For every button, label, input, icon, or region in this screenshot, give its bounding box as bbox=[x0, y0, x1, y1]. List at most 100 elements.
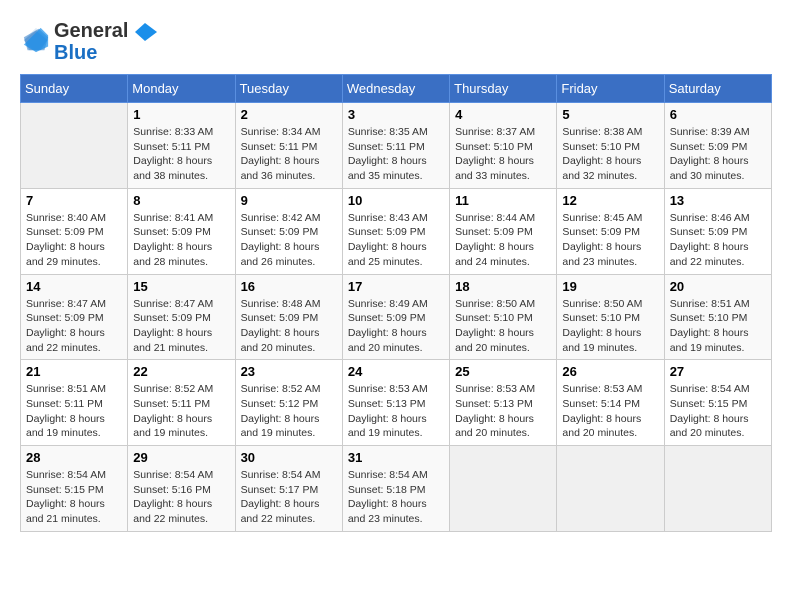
sunrise-label: Sunrise: 8:51 AM bbox=[670, 298, 750, 310]
sunset-label: Sunset: 5:11 PM bbox=[348, 141, 425, 153]
daylight-label: Daylight: 8 hours and 38 minutes. bbox=[133, 155, 212, 182]
sunset-label: Sunset: 5:10 PM bbox=[670, 312, 748, 324]
day-number: 30 bbox=[241, 450, 337, 465]
day-info: Sunrise: 8:54 AM Sunset: 5:16 PM Dayligh… bbox=[133, 468, 229, 527]
calendar-week-4: 28 Sunrise: 8:54 AM Sunset: 5:15 PM Dayl… bbox=[21, 446, 772, 532]
daylight-label: Daylight: 8 hours and 35 minutes. bbox=[348, 155, 427, 182]
day-info: Sunrise: 8:48 AM Sunset: 5:09 PM Dayligh… bbox=[241, 297, 337, 356]
daylight-label: Daylight: 8 hours and 19 minutes. bbox=[26, 413, 105, 440]
sunset-label: Sunset: 5:13 PM bbox=[455, 398, 533, 410]
day-info: Sunrise: 8:52 AM Sunset: 5:11 PM Dayligh… bbox=[133, 382, 229, 441]
daylight-label: Daylight: 8 hours and 22 minutes. bbox=[241, 498, 320, 525]
daylight-label: Daylight: 8 hours and 21 minutes. bbox=[26, 498, 105, 525]
sunrise-label: Sunrise: 8:54 AM bbox=[241, 469, 321, 481]
day-number: 28 bbox=[26, 450, 122, 465]
daylight-label: Daylight: 8 hours and 20 minutes. bbox=[455, 413, 534, 440]
sunset-label: Sunset: 5:09 PM bbox=[133, 226, 211, 238]
calendar-cell bbox=[557, 446, 664, 532]
calendar-cell: 5 Sunrise: 8:38 AM Sunset: 5:10 PM Dayli… bbox=[557, 103, 664, 189]
day-number: 20 bbox=[670, 279, 766, 294]
daylight-label: Daylight: 8 hours and 29 minutes. bbox=[26, 241, 105, 268]
daylight-label: Daylight: 8 hours and 32 minutes. bbox=[562, 155, 641, 182]
day-info: Sunrise: 8:38 AM Sunset: 5:10 PM Dayligh… bbox=[562, 125, 658, 184]
day-info: Sunrise: 8:50 AM Sunset: 5:10 PM Dayligh… bbox=[562, 297, 658, 356]
calendar-cell: 22 Sunrise: 8:52 AM Sunset: 5:11 PM Dayl… bbox=[128, 360, 235, 446]
day-info: Sunrise: 8:54 AM Sunset: 5:18 PM Dayligh… bbox=[348, 468, 444, 527]
daylight-label: Daylight: 8 hours and 23 minutes. bbox=[348, 498, 427, 525]
sunset-label: Sunset: 5:11 PM bbox=[241, 141, 318, 153]
calendar-cell: 27 Sunrise: 8:54 AM Sunset: 5:15 PM Dayl… bbox=[664, 360, 771, 446]
daylight-label: Daylight: 8 hours and 23 minutes. bbox=[562, 241, 641, 268]
day-number: 3 bbox=[348, 107, 444, 122]
sunrise-label: Sunrise: 8:47 AM bbox=[133, 298, 213, 310]
sunrise-label: Sunrise: 8:48 AM bbox=[241, 298, 321, 310]
calendar-cell: 14 Sunrise: 8:47 AM Sunset: 5:09 PM Dayl… bbox=[21, 274, 128, 360]
sunrise-label: Sunrise: 8:45 AM bbox=[562, 212, 642, 224]
day-number: 16 bbox=[241, 279, 337, 294]
sunset-label: Sunset: 5:09 PM bbox=[455, 226, 533, 238]
calendar-week-0: 1 Sunrise: 8:33 AM Sunset: 5:11 PM Dayli… bbox=[21, 103, 772, 189]
sunset-label: Sunset: 5:09 PM bbox=[562, 226, 640, 238]
day-info: Sunrise: 8:44 AM Sunset: 5:09 PM Dayligh… bbox=[455, 211, 551, 270]
sunrise-label: Sunrise: 8:50 AM bbox=[455, 298, 535, 310]
day-info: Sunrise: 8:33 AM Sunset: 5:11 PM Dayligh… bbox=[133, 125, 229, 184]
sunset-label: Sunset: 5:09 PM bbox=[348, 312, 426, 324]
day-number: 17 bbox=[348, 279, 444, 294]
day-info: Sunrise: 8:54 AM Sunset: 5:17 PM Dayligh… bbox=[241, 468, 337, 527]
calendar-cell: 26 Sunrise: 8:53 AM Sunset: 5:14 PM Dayl… bbox=[557, 360, 664, 446]
day-info: Sunrise: 8:37 AM Sunset: 5:10 PM Dayligh… bbox=[455, 125, 551, 184]
day-number: 10 bbox=[348, 193, 444, 208]
daylight-label: Daylight: 8 hours and 30 minutes. bbox=[670, 155, 749, 182]
daylight-label: Daylight: 8 hours and 25 minutes. bbox=[348, 241, 427, 268]
calendar-cell bbox=[664, 446, 771, 532]
daylight-label: Daylight: 8 hours and 19 minutes. bbox=[562, 327, 641, 354]
calendar-cell bbox=[21, 103, 128, 189]
day-number: 14 bbox=[26, 279, 122, 294]
sunset-label: Sunset: 5:11 PM bbox=[133, 398, 210, 410]
sunrise-label: Sunrise: 8:53 AM bbox=[562, 383, 642, 395]
sunrise-label: Sunrise: 8:39 AM bbox=[670, 126, 750, 138]
daylight-label: Daylight: 8 hours and 20 minutes. bbox=[455, 327, 534, 354]
sunrise-label: Sunrise: 8:42 AM bbox=[241, 212, 321, 224]
calendar-cell: 7 Sunrise: 8:40 AM Sunset: 5:09 PM Dayli… bbox=[21, 188, 128, 274]
sunrise-label: Sunrise: 8:49 AM bbox=[348, 298, 428, 310]
day-info: Sunrise: 8:39 AM Sunset: 5:09 PM Dayligh… bbox=[670, 125, 766, 184]
sunset-label: Sunset: 5:09 PM bbox=[26, 312, 104, 324]
daylight-label: Daylight: 8 hours and 21 minutes. bbox=[133, 327, 212, 354]
calendar-cell: 9 Sunrise: 8:42 AM Sunset: 5:09 PM Dayli… bbox=[235, 188, 342, 274]
calendar-cell: 11 Sunrise: 8:44 AM Sunset: 5:09 PM Dayl… bbox=[450, 188, 557, 274]
day-info: Sunrise: 8:51 AM Sunset: 5:10 PM Dayligh… bbox=[670, 297, 766, 356]
sunset-label: Sunset: 5:11 PM bbox=[26, 398, 103, 410]
sunrise-label: Sunrise: 8:40 AM bbox=[26, 212, 106, 224]
calendar-cell: 29 Sunrise: 8:54 AM Sunset: 5:16 PM Dayl… bbox=[128, 446, 235, 532]
sunset-label: Sunset: 5:14 PM bbox=[562, 398, 640, 410]
day-number: 25 bbox=[455, 364, 551, 379]
sunset-label: Sunset: 5:16 PM bbox=[133, 484, 211, 496]
calendar-cell: 23 Sunrise: 8:52 AM Sunset: 5:12 PM Dayl… bbox=[235, 360, 342, 446]
sunrise-label: Sunrise: 8:34 AM bbox=[241, 126, 321, 138]
daylight-label: Daylight: 8 hours and 22 minutes. bbox=[26, 327, 105, 354]
calendar-cell: 13 Sunrise: 8:46 AM Sunset: 5:09 PM Dayl… bbox=[664, 188, 771, 274]
day-number: 23 bbox=[241, 364, 337, 379]
calendar-cell: 6 Sunrise: 8:39 AM Sunset: 5:09 PM Dayli… bbox=[664, 103, 771, 189]
calendar-cell: 31 Sunrise: 8:54 AM Sunset: 5:18 PM Dayl… bbox=[342, 446, 449, 532]
daylight-label: Daylight: 8 hours and 19 minutes. bbox=[670, 327, 749, 354]
day-number: 31 bbox=[348, 450, 444, 465]
sunset-label: Sunset: 5:11 PM bbox=[133, 141, 210, 153]
sunset-label: Sunset: 5:09 PM bbox=[133, 312, 211, 324]
calendar-cell: 16 Sunrise: 8:48 AM Sunset: 5:09 PM Dayl… bbox=[235, 274, 342, 360]
day-number: 11 bbox=[455, 193, 551, 208]
sunrise-label: Sunrise: 8:35 AM bbox=[348, 126, 428, 138]
day-info: Sunrise: 8:46 AM Sunset: 5:09 PM Dayligh… bbox=[670, 211, 766, 270]
sunrise-label: Sunrise: 8:46 AM bbox=[670, 212, 750, 224]
day-info: Sunrise: 8:42 AM Sunset: 5:09 PM Dayligh… bbox=[241, 211, 337, 270]
day-number: 18 bbox=[455, 279, 551, 294]
calendar-cell: 12 Sunrise: 8:45 AM Sunset: 5:09 PM Dayl… bbox=[557, 188, 664, 274]
calendar-cell: 30 Sunrise: 8:54 AM Sunset: 5:17 PM Dayl… bbox=[235, 446, 342, 532]
daylight-label: Daylight: 8 hours and 20 minutes. bbox=[562, 413, 641, 440]
day-info: Sunrise: 8:51 AM Sunset: 5:11 PM Dayligh… bbox=[26, 382, 122, 441]
sunset-label: Sunset: 5:09 PM bbox=[241, 312, 319, 324]
sunrise-label: Sunrise: 8:52 AM bbox=[133, 383, 213, 395]
daylight-label: Daylight: 8 hours and 19 minutes. bbox=[348, 413, 427, 440]
weekday-header-row: SundayMondayTuesdayWednesdayThursdayFrid… bbox=[21, 75, 772, 103]
